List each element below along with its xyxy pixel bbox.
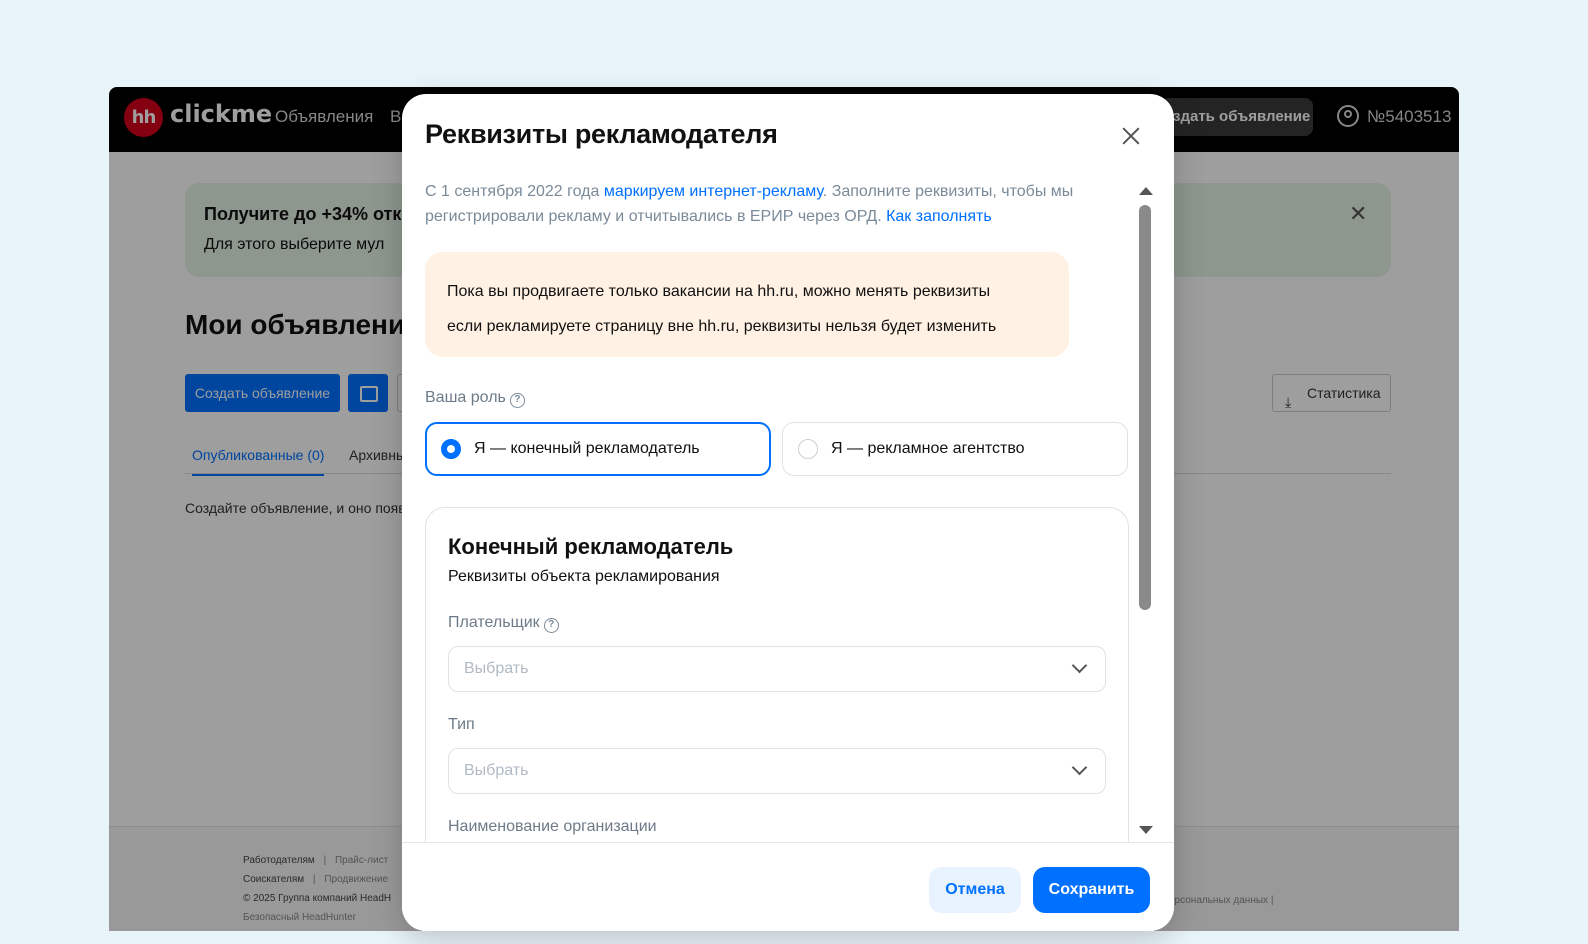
modal-scroll-area[interactable]: С 1 сентября 2022 года маркируем интерне… xyxy=(402,172,1174,842)
intro-text: С 1 сентября 2022 года маркируем интерне… xyxy=(425,179,1115,229)
type-label: Тип xyxy=(448,716,475,733)
info-line-1: Пока вы продвигаете только вакансии на h… xyxy=(447,283,991,300)
cancel-button[interactable]: Отмена xyxy=(929,867,1021,913)
end-advertiser-card: Конечный рекламодатель Реквизиты объекта… xyxy=(425,507,1129,842)
how-to-fill-link[interactable]: Как заполнять xyxy=(886,208,992,225)
payer-label: Плательщик? xyxy=(448,614,559,633)
modal-footer: Отмена Сохранить xyxy=(402,842,1174,931)
chevron-down-icon xyxy=(1071,657,1088,674)
payer-select[interactable]: Выбрать xyxy=(448,646,1106,692)
type-select[interactable]: Выбрать xyxy=(448,748,1106,794)
type-placeholder: Выбрать xyxy=(464,762,529,779)
save-button[interactable]: Сохранить xyxy=(1033,867,1150,913)
scroll-up-arrow-icon[interactable] xyxy=(1139,187,1153,195)
payer-label-text: Плательщик xyxy=(448,614,540,631)
role-label: Ваша роль? xyxy=(425,389,525,408)
role-option-label: Я — рекламное агентство xyxy=(831,440,1025,457)
close-icon[interactable] xyxy=(1119,124,1143,148)
role-option-agency[interactable]: Я — рекламное агентство xyxy=(782,422,1128,476)
info-line-2: если рекламируете страницу вне hh.ru, ре… xyxy=(447,318,997,335)
modal-title: Реквизиты рекламодателя xyxy=(425,119,778,149)
role-label-text: Ваша роль xyxy=(425,389,506,406)
info-notice: Пока вы продвигаете только вакансии на h… xyxy=(425,252,1069,357)
scroll-down-arrow-icon[interactable] xyxy=(1139,826,1153,834)
advertiser-details-modal: Реквизиты рекламодателя С 1 сентября 202… xyxy=(402,94,1174,931)
help-icon[interactable]: ? xyxy=(543,618,559,633)
card-subtitle: Реквизиты объекта рекламирования xyxy=(448,568,720,585)
org-name-label: Наименование организации xyxy=(448,818,657,835)
radio-empty-icon[interactable] xyxy=(798,439,818,459)
chevron-down-icon xyxy=(1071,759,1088,776)
role-option-label: Я — конечный рекламодатель xyxy=(474,440,700,457)
marking-link[interactable]: маркируем интернет-рекламу xyxy=(604,183,823,200)
intro-text-part1: С 1 сентября 2022 года xyxy=(425,183,604,200)
help-icon[interactable]: ? xyxy=(509,393,525,408)
payer-placeholder: Выбрать xyxy=(464,660,529,677)
role-option-end-advertiser[interactable]: Я — конечный рекламодатель xyxy=(425,422,771,476)
radio-selected-icon[interactable] xyxy=(441,439,461,459)
scrollbar-thumb[interactable] xyxy=(1139,205,1151,610)
card-title: Конечный рекламодатель xyxy=(448,534,734,559)
